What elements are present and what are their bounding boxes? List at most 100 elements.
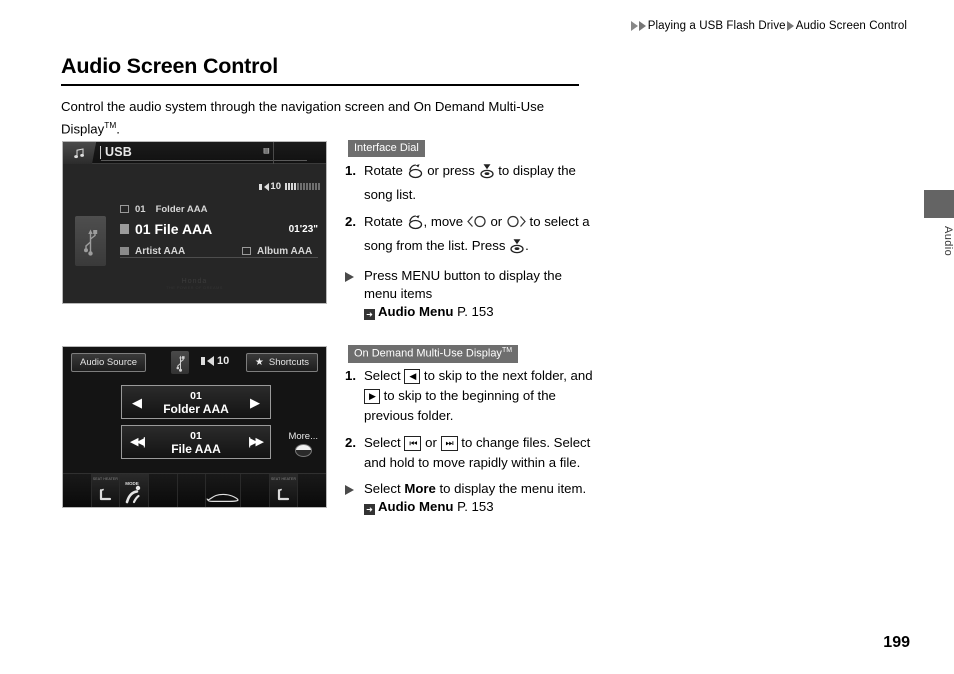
nav-file-row[interactable]: 01 File AAA 01'23" [120,218,318,240]
odmd-file-number: 01 [190,430,202,442]
interface-dial-step-1: 1. Rotate or press to display the song l… [345,161,593,205]
odmd-heading-tm: TM [501,347,513,354]
arrow-ref-icon: ➜ [364,504,375,515]
odmd-folder-number: 01 [190,390,202,402]
usb-icon [171,351,189,374]
bullet-triangle-icon [345,272,354,282]
step-text-1: Rotate [364,163,403,178]
nav-screen-body: 10 01 Folder AAA 01 File AAA 01'23" Arti… [63,164,326,303]
breadcrumb-arrow-icon-2 [638,21,646,31]
step-text-5: . [525,238,529,253]
nav-meta-row: Artist AAA Album AAA [120,240,318,262]
side-tab-audio[interactable]: Audio [924,190,954,266]
file-control-text: 01 File AAA [171,429,221,455]
more-button[interactable]: More... [288,431,318,457]
skip-back-icon[interactable]: ◀◀| [130,436,146,448]
audio-source-button[interactable]: Audio Source [71,353,147,372]
seat-heater-right-button[interactable]: SEAT HEATER [269,474,299,507]
step-text-1: Select [364,435,401,450]
breadcrumb: Playing a USB Flash Drive Audio Screen C… [630,20,908,32]
side-tab-label: Audio [942,226,954,257]
bottom-cell-blank-3 [178,474,207,507]
interface-dial-note: Press MENU button to display the menu it… [345,267,593,321]
odmd-step-1: 1. Select ◀ to skip to the next folder, … [345,366,593,426]
bullet-triangle-icon [345,485,354,495]
intro-tm: TM [104,120,117,130]
odmd-screen-image: Audio Source 10 ★ Shortcuts ◀ 01 Folder … [62,346,327,508]
fan-mode-button[interactable]: MODE [120,474,149,507]
page-number: 199 [883,634,910,651]
step-number: 1. [345,163,356,178]
step-text-2: to skip to the next folder, and [423,368,593,383]
odmd-folder-name: Folder AAA [163,401,229,416]
shortcuts-label: Shortcuts [268,357,309,368]
step-text-2: or [425,435,437,450]
triangle-left-key-icon: ◀ [404,369,421,384]
page-title: Audio Screen Control [61,54,278,78]
bottom-cell-blank-4 [241,474,270,507]
triangle-left-icon[interactable]: ◀ [132,396,142,409]
nav-album: Album AAA [257,245,313,257]
album-icon [242,247,251,255]
ref-label: Audio Menu [378,499,454,514]
music-file-icon [120,224,129,234]
skip-forward-key-icon: ⏭ [440,436,458,451]
seat-heater-left-button[interactable]: SEAT HEATER [91,474,121,507]
interface-dial-reference[interactable]: ➜ Audio Menu P. 153 [364,304,494,320]
nav-folder-row[interactable]: 01 Folder AAA [120,200,318,218]
shortcuts-button[interactable]: ★ Shortcuts [245,353,318,372]
step-text-1: Select [364,368,401,383]
odmd-section-steps: 1. Select ◀ to skip to the next folder, … [345,366,593,516]
triangle-right-icon[interactable]: ▶ [250,396,260,409]
breadcrumb-arrow-icon [630,21,638,31]
step-text-2: or press [427,163,475,178]
nav-file-name: 01 File AAA [135,221,213,237]
nav-watermark-sub: THE POWER OF DREAMS [166,285,223,290]
folder-control-text: 01 Folder AAA [163,389,229,415]
odmd-note-before: Select [364,481,401,496]
nav-watermark: Honda THE POWER OF DREAMS [63,278,326,290]
rotary-dial-icon [407,163,424,185]
odmd-volume-value: 10 [217,355,230,367]
nav-artist: Artist AAA [135,245,186,257]
more-label: More... [288,431,318,442]
breadcrumb-arrow-icon-3 [786,21,794,31]
file-control[interactable]: ◀◀| 01 File AAA |▶▶ [121,425,271,459]
nav-clock: ▤ [263,146,270,156]
music-note-icon[interactable] [63,142,96,164]
nav-volume-value: 10 [270,181,281,192]
fan-mode-icon [125,485,141,504]
step-number: 2. [345,435,356,450]
navigation-screen-image: USB ▤ 10 01 Folder AAA 01 File AAA 01'23… [62,141,327,304]
step-text-3: or [490,214,503,229]
speaker-icon [207,356,214,366]
interface-dial-steps: 1. Rotate or press to display the song l… [345,161,593,321]
arrow-ref-icon: ➜ [364,309,375,320]
odmd-reference[interactable]: ➜ Audio Menu P. 153 [364,499,494,515]
intro-text: Control the audio system through the nav… [61,99,545,137]
odmd-note: Select More to display the menu item. ➜ A… [345,480,593,516]
folder-control[interactable]: ◀ 01 Folder AAA ▶ [121,385,271,419]
interface-dial-step-2: 2. Rotate , move or to select a song fro… [345,212,593,260]
bottom-cell-blank-1 [63,474,92,507]
odmd-file-name: File AAA [171,441,221,456]
odmd-section-heading: On Demand Multi-Use DisplayTM [348,345,519,363]
breadcrumb-parent[interactable]: Playing a USB Flash Drive [648,20,786,32]
artist-icon [120,247,129,255]
dial-left-icon [466,214,487,234]
skip-forward-icon[interactable]: |▶▶ [248,436,264,448]
bottom-cell-blank-5 [298,474,326,507]
breadcrumb-current: Audio Screen Control [795,20,907,32]
interface-dial-note-text: Press MENU button to display the menu it… [364,268,562,301]
bottom-cell-blank-2 [149,474,178,507]
nav-folder-number: 01 [135,203,146,215]
defrost-button[interactable] [206,474,242,507]
nav-track-list: 01 Folder AAA 01 File AAA 01'23" Artist … [120,200,318,262]
odmd-note-bold: More [404,481,436,496]
audio-source-label: Audio Source [80,357,138,368]
rotary-dial-icon [407,214,424,236]
ref-page: P. 153 [457,499,494,514]
nav-watermark-text: Honda [181,278,208,285]
interface-dial-heading: Interface Dial [348,140,425,157]
odmd-step-2: 2. Select ⏮ or ⏭ to change files. Select… [345,433,593,473]
